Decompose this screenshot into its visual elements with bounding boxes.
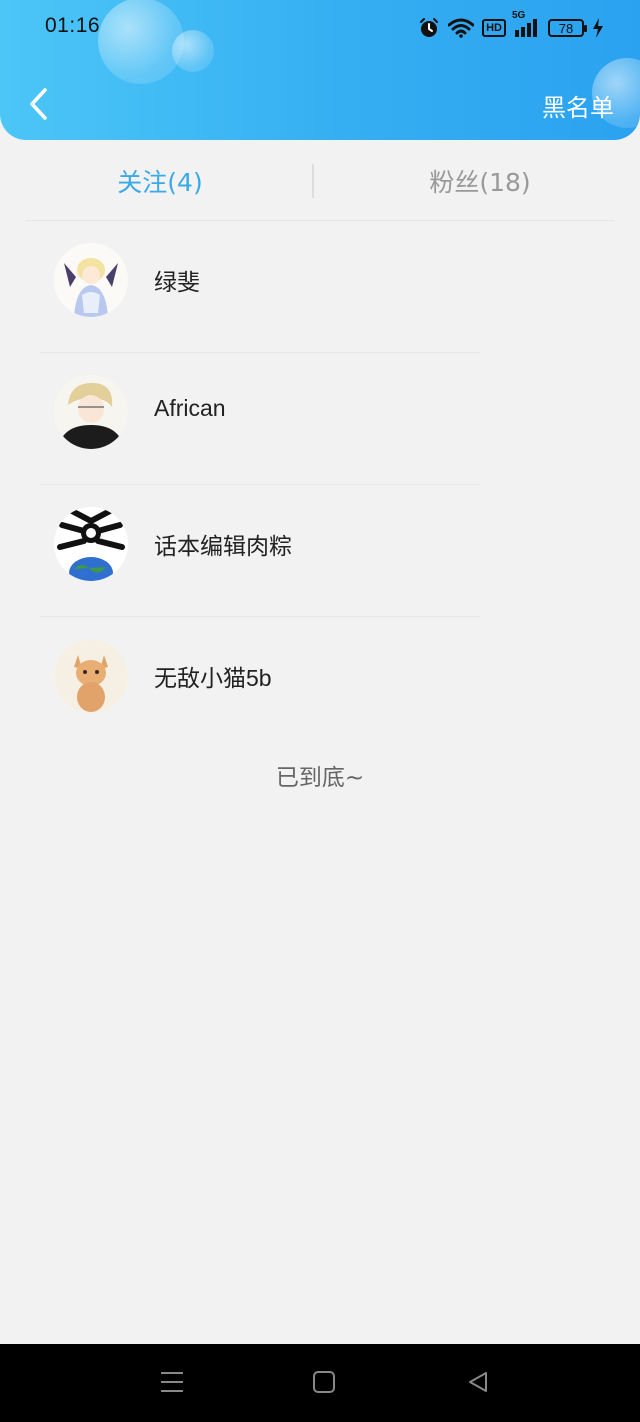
list-item[interactable]: 绿斐 xyxy=(0,221,640,353)
follow-tabs: 关注(4) 粉丝(18) xyxy=(0,140,640,222)
system-nav-bar xyxy=(0,1344,640,1422)
list-item[interactable]: 话本编辑肉粽 xyxy=(0,485,640,617)
user-name: 无敌小猫5b xyxy=(154,665,272,691)
wifi-icon xyxy=(448,18,475,38)
decorative-bubble xyxy=(98,0,184,84)
avatar[interactable] xyxy=(54,375,128,449)
hd-icon: HD xyxy=(482,19,506,37)
status-icons: HD 5G 78 xyxy=(418,10,604,39)
menu-button[interactable] xyxy=(158,1370,186,1398)
chevron-left-icon xyxy=(27,87,49,125)
avatar[interactable] xyxy=(54,243,128,317)
tab-following[interactable]: 关注(4) xyxy=(0,163,320,199)
network-label: 5G xyxy=(512,10,526,21)
battery-level: 78 xyxy=(558,20,574,36)
list-item[interactable]: 无敌小猫5b xyxy=(0,617,640,749)
battery-icon: 78 xyxy=(548,19,587,37)
tab-fans[interactable]: 粉丝(18) xyxy=(320,163,640,199)
user-name: 话本编辑肉粽 xyxy=(154,533,292,559)
home-button[interactable] xyxy=(310,1370,338,1398)
home-icon xyxy=(312,1370,336,1398)
blacklist-button[interactable]: 黑名单 xyxy=(542,88,614,123)
back-triangle-icon xyxy=(466,1370,490,1398)
alarm-icon xyxy=(418,17,440,39)
end-of-list-text: 已到底~ xyxy=(275,765,365,791)
charging-icon xyxy=(592,18,604,38)
status-time: 01:16 xyxy=(45,14,101,37)
signal-5g-icon: 5G xyxy=(512,10,540,38)
back-button[interactable] xyxy=(18,84,58,128)
following-list: 绿斐 African 话本编辑肉粽 无敌小猫5b xyxy=(0,221,640,749)
back-nav-button[interactable] xyxy=(464,1370,492,1398)
tab-divider xyxy=(312,164,314,198)
user-name: 绿斐 xyxy=(154,269,200,295)
decorative-bubble xyxy=(172,30,214,72)
screen: 01:16 HD 5G 78 黑名单 关注(4) 粉丝(18) 绿斐 Afric… xyxy=(0,0,640,1422)
header-bar: 01:16 HD 5G 78 黑名单 xyxy=(0,0,640,140)
user-name: African xyxy=(154,395,226,421)
avatar[interactable] xyxy=(54,507,128,581)
avatar[interactable] xyxy=(54,639,128,713)
list-item[interactable]: African xyxy=(0,353,640,485)
menu-icon xyxy=(160,1371,184,1397)
